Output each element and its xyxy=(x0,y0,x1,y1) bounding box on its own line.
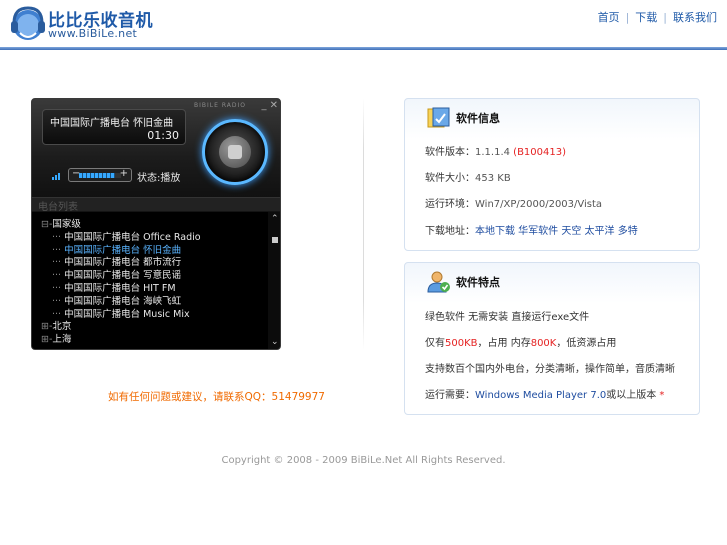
site-header: 比比乐收音机 www.BiBiLe.net 首页 | 下载 | 联系我们 xyxy=(0,0,727,50)
feature-line-1: 绿色软件 无需安装 直接运行exe文件 xyxy=(425,312,590,323)
download-label: 下载地址： xyxy=(425,226,475,237)
station-list-scrollbar: ⌃ ⌄ xyxy=(268,212,280,349)
download-links[interactable]: 本地下载 华军软件 天空 太平洋 多特 xyxy=(475,226,638,237)
os-value: Win7/XP/2000/2003/Vista xyxy=(475,199,603,210)
player-control-area: BIBILE RADIO _ ✕ 中国国际广播电台 怀旧金曲 01:30 − +… xyxy=(32,99,280,197)
scroll-up-icon: ⌃ xyxy=(271,214,279,224)
nav-download-link[interactable]: 下载 xyxy=(635,11,657,24)
stop-button xyxy=(202,119,268,185)
requirement-label: 运行需要： xyxy=(425,390,475,401)
feature-line-2-pre: 仅有 xyxy=(425,338,445,349)
volume-bar xyxy=(79,173,121,178)
now-playing-title: 中国国际广播电台 怀旧金曲 xyxy=(50,118,174,129)
play-status: 状态:播放 xyxy=(137,173,181,184)
station-label: 上海 xyxy=(52,334,72,346)
requirement-suffix: 或以上版本 xyxy=(606,390,660,401)
version-label: 软件版本： xyxy=(425,147,475,158)
headphones-logo-icon[interactable] xyxy=(8,3,46,43)
size-value: 453 KB xyxy=(475,173,511,184)
os-label: 运行环境： xyxy=(425,199,475,210)
tree-connector: ⊞- xyxy=(41,334,53,346)
version-line: 软件版本：1.1.1.4 (B100413) xyxy=(425,143,566,158)
os-line: 运行环境：Win7/XP/2000/2003/Vista xyxy=(425,195,602,210)
logo-subtitle: www.BiBiLe.net xyxy=(48,27,138,40)
nav-contact-link[interactable]: 联系我们 xyxy=(673,11,717,24)
software-info-title: 软件信息 xyxy=(456,112,500,125)
version-value: 1.1.1.4 xyxy=(475,147,514,158)
features-title: 软件特点 xyxy=(456,276,500,289)
window-controls: _ ✕ xyxy=(261,100,278,111)
player-brand: BIBILE RADIO xyxy=(194,102,246,109)
required-star: * xyxy=(659,390,665,401)
stop-button-face xyxy=(219,136,251,168)
play-time: 01:30 xyxy=(147,129,179,142)
nav-separator: | xyxy=(663,11,667,24)
signal-icon xyxy=(52,173,60,180)
volume-control: − + xyxy=(68,168,132,182)
feature-line-2: 仅有500KB，占用 内存800K，低资源占用 xyxy=(425,334,616,349)
feature-line-2-mid: ，占用 内存 xyxy=(477,338,531,349)
feature-memory-value: 800K xyxy=(530,338,557,349)
contact-qq-text: 如有任何问题或建议，请联系QQ：51479977 xyxy=(108,391,325,403)
user-check-icon xyxy=(427,271,450,293)
station-list-header-label: 电台列表 xyxy=(38,202,78,213)
software-box-icon xyxy=(427,107,450,128)
size-line: 软件大小：453 KB xyxy=(425,169,511,184)
build-number: (B100413) xyxy=(513,147,567,158)
wmp-link[interactable]: Windows Media Player 7.0 xyxy=(475,390,606,401)
volume-level xyxy=(79,173,115,178)
software-info-panel: 软件信息 软件版本：1.1.1.4 (B100413) 软件大小：453 KB … xyxy=(404,98,700,251)
now-playing-display: 中国国际广播电台 怀旧金曲 01:30 xyxy=(42,109,186,145)
feature-line-3: 支持数百个国内外电台，分类清晰，操作简单，音质清晰 xyxy=(425,364,675,375)
volume-up-button: + xyxy=(119,168,128,179)
scroll-thumb xyxy=(272,237,278,243)
radio-player-screenshot: BIBILE RADIO _ ✕ 中国国际广播电台 怀旧金曲 01:30 − +… xyxy=(31,98,281,350)
nav-separator: | xyxy=(625,11,630,24)
scroll-down-icon: ⌄ xyxy=(271,337,279,347)
feature-size-value: 500KB xyxy=(445,338,478,349)
page: 比比乐收音机 www.BiBiLe.net 首页 | 下载 | 联系我们 BIBILE … xyxy=(0,0,727,545)
station-group: ⊞-上海 xyxy=(41,331,71,345)
feature-line-2-post: ，低资源占用 xyxy=(556,338,617,349)
station-item: ··· 中国国际广播电台 Music Mix xyxy=(52,306,190,320)
footer-copyright: Copyright © 2008 - 2009 BiBiLe.Net All R… xyxy=(221,455,506,466)
station-tree: ⊟-国家级 ··· 中国国际广播电台 Office Radio ··· 中国国际广播… xyxy=(32,212,268,349)
top-nav: 首页 | 下载 | 联系我们 xyxy=(598,9,717,25)
nav-home-link[interactable]: 首页 xyxy=(598,11,620,24)
header-divider xyxy=(0,47,727,50)
size-label: 软件大小： xyxy=(425,173,475,184)
download-line: 下载地址：本地下载 华军软件 天空 太平洋 多特 xyxy=(425,222,638,237)
column-divider xyxy=(363,98,364,350)
stop-icon xyxy=(228,145,242,159)
tree-connector: ⊟- xyxy=(41,219,53,230)
feature-line-4: 运行需要：Windows Media Player 7.0或以上版本 * xyxy=(425,386,664,401)
station-label: 中国国际广播电台 Music Mix xyxy=(64,308,190,320)
station-list-header: 电台列表 xyxy=(32,197,280,213)
features-panel: 软件特点 绿色软件 无需安装 直接运行exe文件 仅有500KB，占用 内存80… xyxy=(404,262,700,415)
